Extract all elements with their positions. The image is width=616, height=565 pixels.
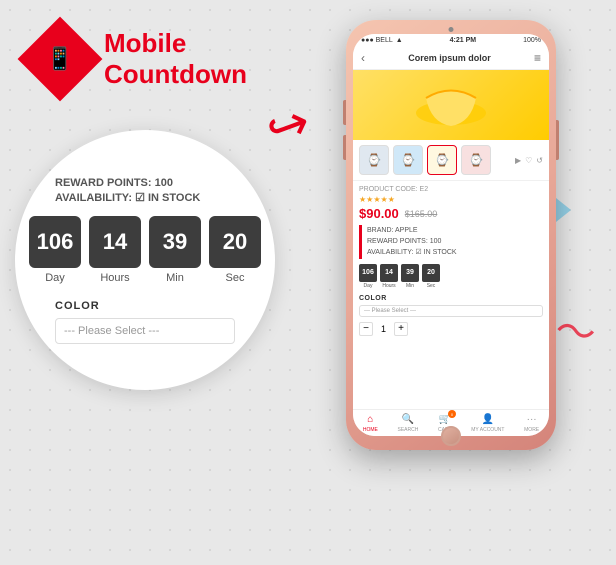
- phone-body: ●●● BELL ▲ 4:21 PM 100% ‹ Corem ipsum do…: [346, 20, 556, 450]
- countdown-day: 106 Day: [29, 216, 81, 284]
- brand-info: BRAND: APPLE REWARD POINTS: 100 AVAILABI…: [359, 225, 543, 259]
- zoom-circle: ↩ REWARD POINTS: 100 AVAILABILITY: ☑ IN …: [15, 130, 275, 390]
- mini-countdown: 106 Day 14 Hours 39 Min 20 Sec: [359, 264, 543, 289]
- back-button[interactable]: ‹: [361, 51, 365, 65]
- mini-day-label: Day: [364, 283, 373, 289]
- qty-value: 1: [381, 324, 386, 334]
- phone-screen: ●●● BELL ▲ 4:21 PM 100% ‹ Corem ipsum do…: [353, 34, 549, 436]
- mini-min-label: Min: [406, 283, 414, 289]
- countdown-min-label: Min: [166, 272, 184, 284]
- logo-line1: Mobile: [104, 28, 247, 59]
- mini-day-val: 106: [359, 264, 377, 282]
- mini-hours: 14 Hours: [380, 264, 398, 289]
- countdown-hours: 14 Hours: [89, 216, 141, 284]
- home-button[interactable]: [441, 426, 461, 446]
- nav-home[interactable]: ⌂ HOME: [363, 414, 378, 433]
- status-left: ●●● BELL ▲: [361, 37, 403, 44]
- qty-row: − 1 +: [359, 322, 543, 336]
- search-label: SEARCH: [398, 427, 419, 433]
- mini-min-val: 39: [401, 264, 419, 282]
- page-title: Corem ipsum dolor: [408, 53, 491, 63]
- home-icon: ⌂: [367, 414, 373, 425]
- mini-sec-val: 20: [422, 264, 440, 282]
- brand-label: BRAND: APPLE: [367, 225, 543, 236]
- thumb-1[interactable]: ⌚: [359, 145, 389, 175]
- product-thumbnails: ⌚ ⌚ ⌚ ⌚ ▶ ♡ ↺: [353, 140, 549, 181]
- more-label: MORE: [524, 427, 539, 433]
- status-time: 4:21 PM: [450, 37, 476, 44]
- camera-dot: [449, 27, 454, 32]
- logo-text: Mobile Countdown: [104, 28, 247, 90]
- countdown-min-value: 39: [149, 216, 201, 268]
- qty-decrease-button[interactable]: −: [359, 322, 373, 336]
- qty-increase-button[interactable]: +: [394, 322, 408, 336]
- color-label: COLOR: [359, 295, 543, 302]
- price-old: $165.00: [405, 209, 438, 219]
- phone-container: ●●● BELL ▲ 4:21 PM 100% ‹ Corem ipsum do…: [346, 20, 556, 450]
- action-icons: ▶ ♡ ↺: [515, 145, 543, 175]
- mini-hours-val: 14: [380, 264, 398, 282]
- color-select[interactable]: --- Please Select ---: [359, 305, 543, 317]
- logo-line2: Countdown: [104, 59, 247, 90]
- account-icon: 👤: [482, 414, 494, 425]
- price-row: $90.00 $165.00: [359, 206, 543, 221]
- cart-badge: 0: [448, 410, 456, 418]
- mini-min: 39 Min: [401, 264, 419, 289]
- status-right: 100%: [523, 37, 541, 44]
- menu-icon[interactable]: ≡: [534, 51, 541, 65]
- carrier-text: ●●● BELL: [361, 37, 393, 44]
- zoom-reward-info: REWARD POINTS: 100: [55, 177, 235, 189]
- avail-label: AVAILABILITY: ☑ IN STOCK: [367, 247, 543, 258]
- home-label: HOME: [363, 427, 378, 433]
- share-icon[interactable]: ↺: [536, 156, 543, 165]
- nav-account[interactable]: 👤 MY ACCOUNT: [471, 414, 504, 433]
- zoom-color-select[interactable]: --- Please Select ---: [55, 318, 235, 344]
- mini-day: 106 Day: [359, 264, 377, 289]
- account-label: MY ACCOUNT: [471, 427, 504, 433]
- countdown-day-label: Day: [45, 272, 65, 284]
- price-new: $90.00: [359, 206, 399, 221]
- mini-sec-label: Sec: [427, 283, 436, 289]
- countdown-hours-value: 14: [89, 216, 141, 268]
- thumb-4[interactable]: ⌚: [461, 145, 491, 175]
- zoom-color-label: COLOR: [55, 300, 235, 312]
- thumb-3[interactable]: ⌚: [427, 145, 457, 175]
- product-code: PRODUCT CODE: E2: [359, 186, 543, 193]
- mini-hours-label: Hours: [382, 283, 395, 289]
- search-icon: 🔍: [402, 414, 414, 425]
- countdown-day-value: 106: [29, 216, 81, 268]
- nav-more[interactable]: ··· MORE: [524, 414, 539, 433]
- status-bar: ●●● BELL ▲ 4:21 PM 100%: [353, 34, 549, 47]
- thumb-2[interactable]: ⌚: [393, 145, 423, 175]
- phone-nav: ‹ Corem ipsum dolor ≡: [353, 47, 549, 70]
- countdown-min: 39 Min: [149, 216, 201, 284]
- product-main-image: [353, 70, 549, 140]
- mini-sec: 20 Sec: [422, 264, 440, 289]
- cart-icon-wrapper: 🛒 0: [439, 414, 451, 425]
- product-stars: ★★★★★: [359, 195, 543, 204]
- countdown-hours-label: Hours: [100, 272, 129, 284]
- logo-diamond: 📱: [18, 17, 103, 102]
- countdown-sec-label: Sec: [226, 272, 245, 284]
- battery-text: 100%: [523, 37, 541, 44]
- product-info: PRODUCT CODE: E2 ★★★★★ $90.00 $165.00 BR…: [353, 181, 549, 346]
- power-button: [556, 120, 559, 160]
- signal-icon: ▲: [396, 37, 403, 44]
- countdown-row: 106 Day 14 Hours 39 Min 20 Sec: [29, 216, 261, 284]
- nav-search[interactable]: 🔍 SEARCH: [398, 414, 419, 433]
- color-section: COLOR --- Please Select ---: [359, 295, 543, 317]
- countdown-sec-value: 20: [209, 216, 261, 268]
- countdown-sec: 20 Sec: [209, 216, 261, 284]
- heart-icon[interactable]: ♡: [525, 156, 532, 165]
- zoom-availability-info: AVAILABILITY: ☑ IN STOCK: [55, 191, 235, 204]
- logo-icon: 📱: [46, 46, 73, 72]
- volume-up-button: [343, 100, 346, 125]
- video-icon[interactable]: ▶: [515, 156, 521, 165]
- more-icon: ···: [527, 414, 537, 425]
- logo-area: 📱 Mobile Countdown: [30, 28, 247, 90]
- volume-down-button: [343, 135, 346, 160]
- reward-label: REWARD POINTS: 100: [367, 236, 543, 247]
